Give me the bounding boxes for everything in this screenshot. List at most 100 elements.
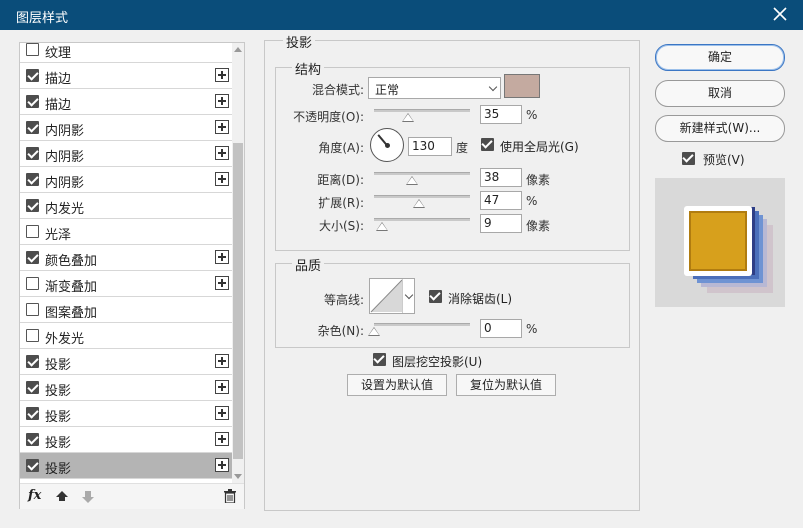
style-checkbox[interactable] (26, 303, 39, 316)
style-list-item[interactable]: 图案叠加 (20, 297, 232, 323)
fx-menu-button[interactable]: fx (28, 488, 41, 503)
style-item-label: 光泽 (45, 228, 72, 243)
scroll-up-icon[interactable] (234, 47, 242, 52)
noise-input[interactable]: 0 (480, 319, 522, 338)
style-checkbox[interactable] (26, 121, 39, 134)
chevron-down-icon[interactable] (402, 279, 414, 313)
add-icon[interactable] (215, 68, 229, 82)
size-unit: 像素 (526, 219, 551, 233)
add-icon[interactable] (215, 94, 229, 108)
style-checkbox[interactable] (26, 225, 39, 238)
style-checkbox[interactable] (26, 147, 39, 160)
style-checkbox[interactable] (26, 69, 39, 82)
new-style-button[interactable]: 新建样式(W)... (655, 115, 785, 142)
spread-slider[interactable] (374, 195, 470, 198)
style-checkbox[interactable] (26, 199, 39, 212)
spread-slider-thumb[interactable] (413, 199, 425, 208)
style-list-item[interactable]: 外发光 (20, 323, 232, 349)
opacity-slider-thumb[interactable] (402, 113, 414, 122)
style-list-item[interactable]: 投影 (20, 349, 232, 375)
style-checkbox[interactable] (26, 407, 39, 420)
style-list-item[interactable]: 纹理 (20, 43, 232, 63)
contour-curve-icon (370, 279, 403, 313)
add-icon[interactable] (215, 406, 229, 420)
style-checkbox[interactable] (26, 381, 39, 394)
size-input[interactable]: 9 (480, 214, 522, 233)
scroll-down-icon[interactable] (234, 474, 242, 479)
shadow-color-swatch[interactable] (504, 74, 540, 98)
style-list-item[interactable]: 内阴影 (20, 167, 232, 193)
scrollbar-thumb[interactable] (233, 143, 243, 459)
noise-slider-thumb[interactable] (368, 327, 380, 336)
style-item-label: 外发光 (45, 332, 85, 347)
spread-input[interactable]: 47 (480, 191, 522, 210)
trash-icon[interactable] (224, 489, 236, 503)
quality-group: 品质 等高线: 消除锯齿(L) 杂色(N): 0 % (275, 255, 630, 348)
style-item-label: 投影 (45, 410, 72, 425)
style-checkbox[interactable] (26, 433, 39, 446)
spread-unit: % (526, 194, 538, 208)
style-list-item[interactable]: 描边 (20, 63, 232, 89)
anti-alias-checkbox[interactable] (429, 290, 442, 303)
reset-default-button[interactable]: 复位为默认值 (456, 374, 556, 396)
style-list-item[interactable]: 内阴影 (20, 141, 232, 167)
style-list-item[interactable]: 投影 (20, 427, 232, 453)
add-icon[interactable] (215, 354, 229, 368)
preview-checkbox[interactable] (682, 152, 695, 165)
angle-unit: 度 (456, 141, 469, 155)
preview-thumbnail-image (684, 206, 773, 293)
distance-input[interactable]: 38 (480, 168, 522, 187)
angle-dial[interactable] (370, 128, 404, 162)
style-checkbox[interactable] (26, 329, 39, 342)
contour-picker[interactable] (369, 278, 415, 314)
add-icon[interactable] (215, 172, 229, 186)
add-icon[interactable] (215, 120, 229, 134)
style-list-item[interactable]: 投影 (20, 375, 232, 401)
style-checkbox[interactable] (26, 43, 39, 56)
style-checkbox[interactable] (26, 95, 39, 108)
noise-slider[interactable] (374, 323, 470, 326)
close-icon[interactable] (771, 5, 789, 23)
distance-slider-thumb[interactable] (406, 176, 418, 185)
style-list-item[interactable]: 内发光 (20, 193, 232, 219)
ok-button[interactable]: 确定 (655, 44, 785, 71)
style-list-item[interactable]: 投影 (20, 401, 232, 427)
style-checkbox[interactable] (26, 459, 39, 472)
style-checkbox[interactable] (26, 277, 39, 290)
style-checkbox[interactable] (26, 355, 39, 368)
global-light-checkbox[interactable] (481, 138, 494, 151)
add-icon[interactable] (215, 380, 229, 394)
blend-mode-label: 混合模式: (311, 83, 364, 97)
blend-mode-select[interactable]: 正常 (368, 77, 501, 99)
cancel-button[interactable]: 取消 (655, 80, 785, 107)
style-checkbox[interactable] (26, 173, 39, 186)
opacity-input[interactable]: 35 (480, 105, 522, 124)
style-list-item[interactable]: 描边 (20, 89, 232, 115)
style-item-label: 投影 (45, 384, 72, 399)
add-icon[interactable] (215, 146, 229, 160)
angle-label: 角度(A): (318, 141, 364, 155)
add-icon[interactable] (215, 458, 229, 472)
style-list-item[interactable]: 投影 (20, 453, 232, 479)
style-list-item[interactable]: 内阴影 (20, 115, 232, 141)
style-checkbox[interactable] (26, 251, 39, 264)
angle-input[interactable]: 130 (408, 137, 452, 156)
size-slider[interactable] (374, 218, 470, 221)
opacity-slider[interactable] (374, 109, 470, 112)
add-icon[interactable] (215, 276, 229, 290)
style-list-item[interactable]: 颜色叠加 (20, 245, 232, 271)
style-item-label: 内阴影 (45, 150, 85, 165)
style-list-item[interactable]: 渐变叠加 (20, 271, 232, 297)
add-icon[interactable] (215, 250, 229, 264)
make-default-button[interactable]: 设置为默认值 (347, 374, 447, 396)
window-title: 图层样式 (16, 11, 69, 26)
add-icon[interactable] (215, 432, 229, 446)
style-list: 纹理 描边 描边 内阴影 内阴影 内阴影 内发光 光泽 颜色叠加 渐变叠加 图案叠加 外发光 投影 投影投… (20, 43, 232, 483)
distance-slider[interactable] (374, 172, 470, 175)
style-list-item[interactable]: 光泽 (20, 219, 232, 245)
size-slider-thumb[interactable] (376, 222, 388, 231)
style-list-scrollbar[interactable] (232, 43, 244, 483)
style-item-label: 内阴影 (45, 124, 85, 139)
knockout-checkbox[interactable] (373, 353, 386, 366)
spread-label: 扩展(R): (318, 196, 364, 210)
